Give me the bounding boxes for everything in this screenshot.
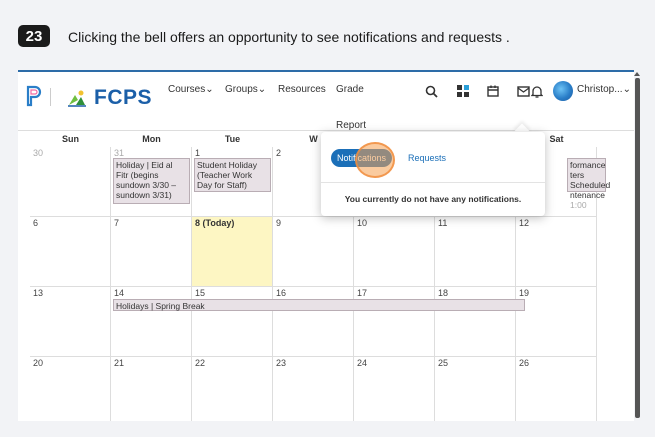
event-student-holiday[interactable]: Student Holiday (Teacher Work Day for St… — [194, 158, 271, 192]
day-number: 23 — [276, 358, 287, 368]
day-cell[interactable]: 13 — [30, 287, 111, 357]
day-cell[interactable]: 24 — [354, 357, 435, 421]
calendar-icon[interactable] — [485, 83, 501, 99]
day-cell[interactable]: 12 — [516, 217, 597, 287]
nav-resources[interactable]: Resources — [278, 84, 326, 95]
event-maintenance-line2: ters Scheduled — [570, 170, 611, 190]
day-number: 16 — [276, 288, 287, 298]
day-cell[interactable]: 26 — [516, 357, 597, 421]
day-cell[interactable]: 7 — [111, 217, 192, 287]
logo-divider — [50, 88, 51, 106]
day-number: 14 — [114, 288, 125, 298]
bell-icon[interactable] — [529, 83, 545, 99]
click-indicator — [355, 142, 395, 178]
day-cell[interactable]: 30 — [30, 147, 111, 217]
step-instruction: Clicking the bell offers an opportunity … — [68, 29, 510, 45]
day-number: 21 — [114, 358, 125, 368]
day-number: 19 — [519, 288, 530, 298]
day-number: 15 — [195, 288, 206, 298]
day-number: 10 — [357, 218, 368, 228]
event-spring-break[interactable]: Holidays | Spring Break — [113, 299, 525, 311]
day-cell[interactable]: 25 — [435, 357, 516, 421]
day-cell[interactable]: 21 — [111, 357, 192, 421]
event-maintenance[interactable]: formance ters Scheduled ntenance 1:00 — [567, 158, 611, 210]
fcps-logo[interactable]: FCPS — [66, 86, 152, 110]
weekday-sun: Sun — [62, 134, 79, 144]
day-number: 26 — [519, 358, 530, 368]
scroll-up-arrow[interactable] — [634, 72, 640, 76]
day-cell[interactable]: 17 — [354, 287, 435, 357]
day-cell[interactable]: 16 — [273, 287, 354, 357]
day-number: 25 — [438, 358, 449, 368]
nav-groups[interactable]: Groups⌄ — [225, 84, 266, 95]
day-number: 2 — [276, 148, 282, 158]
day-cell[interactable]: 18 — [435, 287, 516, 357]
popup-divider — [321, 182, 545, 183]
day-cell-today[interactable]: 8 (Today) — [192, 217, 273, 287]
fcps-logo-text: FCPS — [94, 86, 153, 109]
scrollbar[interactable] — [635, 78, 640, 418]
user-menu[interactable]: Christop...⌄ — [577, 84, 631, 95]
day-cell[interactable]: 20 — [30, 357, 111, 421]
day-number: 7 — [114, 218, 120, 228]
day-cell[interactable]: 15 — [192, 287, 273, 357]
day-number: 31 — [114, 148, 125, 158]
day-number: 20 — [33, 358, 44, 368]
day-cell[interactable]: 9 — [273, 217, 354, 287]
notifications-popup: Notifications Requests You currently do … — [321, 132, 545, 216]
event-maintenance-time: 1:00 — [570, 200, 587, 210]
event-eid-al-fitr[interactable]: Holiday | Eid al Fitr (begins sundown 3/… — [113, 158, 190, 204]
day-cell[interactable]: 10 — [354, 217, 435, 287]
top-navigation-bar: FCPS Courses⌄ Groups⌄ Resources Grade Re… — [18, 72, 634, 131]
day-number: 17 — [357, 288, 368, 298]
day-number: 6 — [33, 218, 39, 228]
p-logo-icon[interactable] — [26, 85, 42, 107]
day-number: 13 — [33, 288, 44, 298]
day-number: 18 — [438, 288, 449, 298]
app-window: FCPS Courses⌄ Groups⌄ Resources Grade Re… — [18, 70, 634, 421]
day-number: 9 — [276, 218, 282, 228]
day-cell[interactable]: 23 — [273, 357, 354, 421]
day-cell[interactable]: 14 — [111, 287, 192, 357]
day-number: 30 — [33, 148, 44, 158]
tab-requests[interactable]: Requests — [408, 153, 446, 163]
event-maintenance-line3: ntenance 1:00 — [570, 190, 605, 210]
nav-courses[interactable]: Courses⌄ — [168, 84, 214, 95]
day-cell[interactable]: 11 — [435, 217, 516, 287]
day-cell[interactable]: 19 — [516, 287, 597, 357]
weekday-mon: Mon — [142, 134, 161, 144]
day-number: 11 — [438, 218, 448, 228]
empty-notifications-message: You currently do not have any notificati… — [344, 194, 522, 204]
step-number-badge: 23 — [18, 25, 50, 47]
fcps-star-icon — [68, 90, 86, 107]
day-cell[interactable]: 22 — [192, 357, 273, 421]
nav-report[interactable]: Report — [336, 120, 366, 131]
day-number: 22 — [195, 358, 206, 368]
day-number: 12 — [519, 218, 530, 228]
day-number: 24 — [357, 358, 368, 368]
apps-grid-icon[interactable] — [455, 83, 471, 99]
search-icon[interactable] — [423, 83, 439, 99]
nav-grade[interactable]: Grade — [336, 84, 364, 95]
day-number: 1 — [195, 148, 201, 158]
event-maintenance-line1: formance — [570, 160, 606, 170]
avatar[interactable] — [553, 81, 573, 101]
day-number-today: 8 (Today) — [195, 218, 235, 228]
day-cell[interactable]: 6 — [30, 217, 111, 287]
weekday-tue: Tue — [224, 134, 241, 144]
